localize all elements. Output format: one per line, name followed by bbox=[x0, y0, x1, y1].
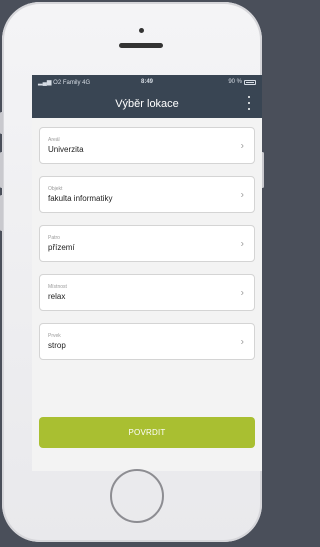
volume-up-button bbox=[0, 152, 3, 188]
field-value: fakulta informatiky bbox=[48, 194, 113, 203]
chevron-right-icon: › bbox=[240, 287, 244, 298]
carrier-label: ▂▄▆ O2 Family 4G bbox=[38, 79, 91, 86]
field-value: strop bbox=[48, 341, 66, 350]
phone-frame: ▂▄▆ O2 Family 4G 8:49 90 % Výběr lokace … bbox=[0, 2, 264, 542]
field-prvek[interactable]: Prvek strop › bbox=[39, 323, 255, 360]
location-form: Areál Univerzita › Objekt fakulta inform… bbox=[32, 118, 262, 360]
chevron-right-icon: › bbox=[240, 238, 244, 249]
front-camera bbox=[139, 28, 144, 33]
field-value: přízemí bbox=[48, 243, 75, 252]
field-label: Patro bbox=[48, 235, 60, 241]
chevron-right-icon: › bbox=[240, 336, 244, 347]
field-label: Areál bbox=[48, 137, 60, 143]
earpiece-speaker bbox=[119, 43, 163, 48]
chevron-right-icon: › bbox=[240, 140, 244, 151]
field-areal[interactable]: Areál Univerzita › bbox=[39, 127, 255, 164]
volume-down-button bbox=[0, 195, 3, 231]
battery-icon bbox=[244, 79, 256, 85]
field-label: Prvek bbox=[48, 333, 61, 339]
status-bar: ▂▄▆ O2 Family 4G 8:49 90 % bbox=[32, 75, 262, 89]
field-mistnost[interactable]: Místnost relax › bbox=[39, 274, 255, 311]
field-patro[interactable]: Patro přízemí › bbox=[39, 225, 255, 262]
app-header: Výběr lokace bbox=[32, 89, 262, 118]
confirm-button[interactable]: POVRDIT bbox=[39, 417, 255, 448]
more-vertical-icon[interactable] bbox=[244, 96, 254, 110]
signal-icon: ▂▄▆ bbox=[38, 79, 52, 86]
field-label: Objekt bbox=[48, 186, 63, 192]
mute-switch bbox=[0, 112, 3, 134]
page-title: Výběr lokace bbox=[115, 97, 179, 110]
field-objekt[interactable]: Objekt fakulta informatiky › bbox=[39, 176, 255, 213]
field-value: Univerzita bbox=[48, 145, 84, 154]
chevron-right-icon: › bbox=[240, 189, 244, 200]
field-label: Místnost bbox=[48, 284, 67, 290]
status-time: 8:49 bbox=[140, 79, 154, 85]
battery-indicator: 90 % bbox=[228, 79, 256, 85]
field-value: relax bbox=[48, 292, 66, 301]
home-button[interactable] bbox=[110, 469, 164, 523]
screen: ▂▄▆ O2 Family 4G 8:49 90 % Výběr lokace … bbox=[32, 75, 262, 471]
